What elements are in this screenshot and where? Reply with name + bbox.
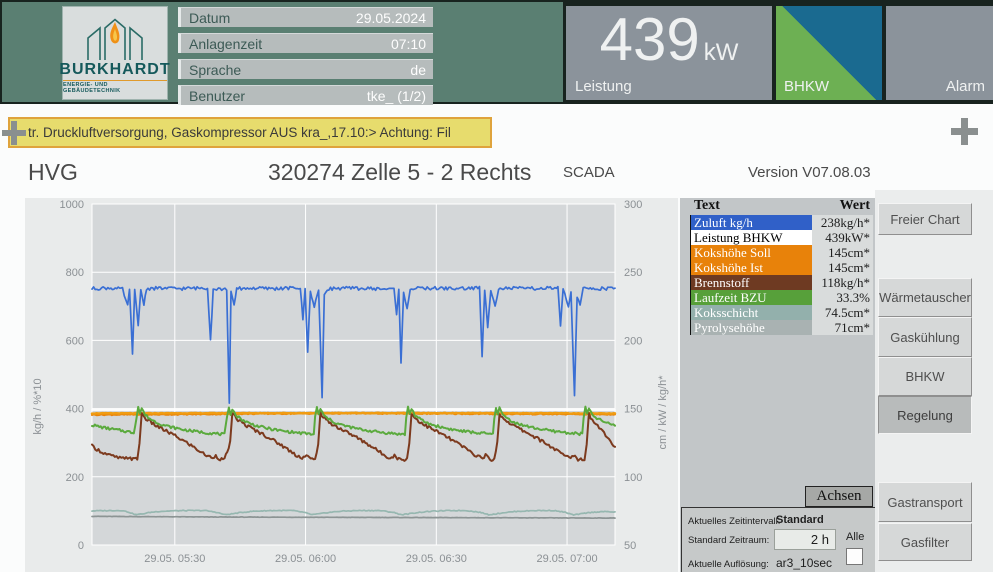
svg-text:0: 0 [78,540,84,552]
power-tile-label: Leistung [575,78,632,95]
nav-button-gastransport[interactable]: Gastransport [878,482,972,522]
info-row-sprache[interactable]: Sprache de [178,59,433,79]
svg-text:300: 300 [624,199,642,211]
aufloesung-value: ar3_10sec [776,556,832,570]
svg-text:800: 800 [66,267,84,279]
legend-row[interactable]: Kokshöhe Soll145cm* [690,245,873,260]
info-row-label: Benutzer [189,88,245,104]
info-row-label: Sprache [189,62,241,78]
header-bar: BURKHARDT ENERGIE- UND GEBÄUDETECHNIK Da… [0,0,993,104]
header-info-rows: Datum 29.05.2024 Anlagenzeit 07:10 Sprache de… [178,7,433,104]
info-row-value: 29.05.2024 [356,10,426,26]
alarm-message-text: tr. Druckluftversorgung, Gaskompressor A… [28,125,451,140]
legend-row-label: Zuluft kg/h [690,215,812,230]
legend-row-label: Kokshöhe Ist [690,260,812,275]
power-tile: 439kW Leistung [566,6,772,100]
legend-row-value: 145cm* [812,245,873,260]
bhkw-tile[interactable]: BHKW [776,6,882,100]
achsen-button[interactable]: Achsen [805,486,873,507]
info-row-benutzer[interactable]: Benutzer tke_ (1/2) [178,85,433,105]
legend-row[interactable]: Pyrolysehöhe71cm* [690,320,873,335]
legend-row-label: Koksschicht [690,305,812,320]
legend-row-value: 118kg/h* [812,275,873,290]
zeitraum-label: Standard Zeitraum: [688,535,769,546]
logo-subtitle-text: ENERGIE- UND GEBÄUDETECHNIK [63,80,167,94]
legend-row-label: Kokshöhe Soll [690,245,812,260]
svg-text:29.05. 06:30: 29.05. 06:30 [406,553,467,565]
legend-row[interactable]: Kokshöhe Ist145cm* [690,260,873,275]
nav-button-gasfilter[interactable]: Gasfilter [878,523,972,561]
info-row-anlagenzeit[interactable]: Anlagenzeit 07:10 [178,33,433,53]
legend-row-label: Laufzeit BZU [690,290,812,305]
legend-row-label: Pyrolysehöhe [690,320,812,335]
svg-text:250: 250 [624,267,642,279]
legend-table: TextWertZuluft kg/h238kg/h*Leistung BHKW… [690,198,873,335]
nav-button-regelung[interactable]: Regelung [878,396,972,434]
company-logo: BURKHARDT ENERGIE- UND GEBÄUDETECHNIK [62,6,168,100]
nav-button-freier-chart[interactable]: Freier Chart [878,203,972,235]
legend-row-value: 74.5cm* [812,305,873,320]
info-row-label: Anlagenzeit [189,36,262,52]
legend-row-value: 238kg/h* [812,215,873,230]
legend-row[interactable]: Zuluft kg/h238kg/h* [690,215,873,230]
legend-row-value: 71cm* [812,320,873,335]
legend-row-value: 33.3% [812,290,873,305]
scada-label: SCADA [563,164,615,181]
legend-row-label: Leistung BHKW [690,230,812,245]
legend-row-value: 439kW* [812,230,873,245]
alarm-tile[interactable]: Alarm [886,6,993,100]
svg-text:50: 50 [624,540,636,552]
logo-houses-flame-icon [80,16,150,62]
alle-label: Alle [846,531,864,543]
scada-app: BURKHARDT ENERGIE- UND GEBÄUDETECHNIK Da… [0,0,993,572]
power-value: 439kW [566,8,772,72]
bhkw-tile-label: BHKW [784,78,829,95]
page-code: HVG [28,159,78,186]
legend-row[interactable]: Koksschicht74.5cm* [690,305,873,320]
info-row-value: de [410,62,426,78]
trend-chart: 1000 800 600 400 200 0 300 250 200 150 100 50 29.05.… [25,198,678,572]
info-row-datum[interactable]: Datum 29.05.2024 [178,7,433,27]
trend-chart-svg: 1000 800 600 400 200 0 300 250 200 150 100 50 29.05.… [25,198,678,572]
navigation-button-panel: Freier Chart WärmetauscherGaskühlungBHKWR… [875,190,993,572]
y-left-axis-title: kg/h / %*10 [32,378,44,434]
legend-row[interactable]: Leistung BHKW439kW* [690,230,873,245]
plus-icon-left[interactable] [2,121,26,145]
svg-text:29.05. 07:00: 29.05. 07:00 [536,553,597,565]
series-koksh-he-soll [92,413,615,414]
legend-header: TextWert [690,198,873,215]
svg-text:29.05. 05:30: 29.05. 05:30 [144,553,205,565]
y-right-axis-title: cm / kW / kg/h* [657,375,669,450]
legend-row-label: Brennstoff [690,275,812,290]
legend-row[interactable]: Brennstoff118kg/h* [690,275,873,290]
svg-text:200: 200 [66,472,84,484]
svg-text:600: 600 [66,335,84,347]
legend-row-value: 145cm* [812,260,873,275]
logo-brand-text: BURKHARDT [59,62,170,78]
info-row-value: 07:10 [391,36,426,52]
plus-icon-right[interactable] [951,118,978,145]
nav-button-w-rmetauscher[interactable]: Wärmetauscher [878,278,972,317]
version-label: Version V07.08.03 [748,164,871,181]
zeitintervall-value: Standard [776,514,824,526]
nav-button-bhkw[interactable]: BHKW [878,357,972,396]
legend-row[interactable]: Laufzeit BZU33.3% [690,290,873,305]
info-row-label: Datum [189,10,230,26]
alle-checkbox[interactable] [846,548,863,565]
alarm-tile-label: Alarm [946,78,985,95]
time-interval-panel: Aktuelles Zeitintervall: Standard Standa… [681,507,875,572]
svg-text:200: 200 [624,335,642,347]
info-row-value: tke_ (1/2) [367,88,426,104]
zeitintervall-label: Aktuelles Zeitintervall: [688,516,780,527]
svg-text:150: 150 [624,404,642,416]
nav-button-gask-hlung[interactable]: Gaskühlung [878,317,972,357]
svg-text:100: 100 [624,472,642,484]
svg-text:1000: 1000 [60,199,84,211]
svg-text:29.05. 06:00: 29.05. 06:00 [275,553,336,565]
zeitraum-input[interactable] [774,529,836,550]
svg-text:400: 400 [66,404,84,416]
aufloesung-label: Aktuelle Auflösung: [688,559,769,570]
alarm-message-bar[interactable]: tr. Druckluftversorgung, Gaskompressor A… [8,117,492,148]
page-title: 320274 Zelle 5 - 2 Rechts [268,159,531,186]
